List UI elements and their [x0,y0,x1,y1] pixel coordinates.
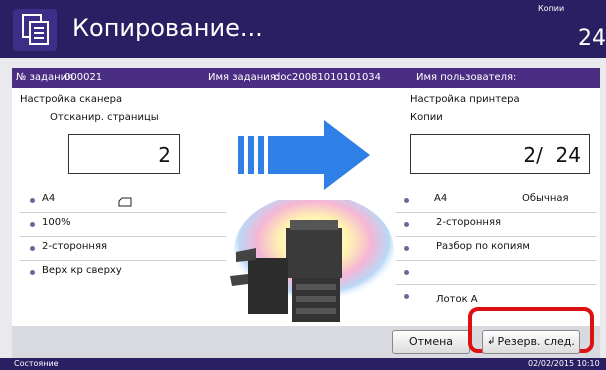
status-label[interactable]: Состояние [14,359,59,368]
print-paper-source: Лоток A [436,294,478,305]
printer-settings-label: Настройка принтера [410,94,520,105]
row-divider [396,284,596,285]
row-divider [20,236,226,237]
copies-count: 24 [578,26,606,51]
paper-orientation-icon [118,192,132,211]
bullet-icon [404,294,409,299]
header-bar: Копирование... Копии 24 [0,0,606,58]
scanner-settings-label: Настройка сканера [20,94,123,105]
reserve-next-label: Резерв. след. [497,335,575,348]
bullet-icon [404,198,409,203]
scanned-pages-box: 2 [68,134,180,174]
arrow-right-icon [234,118,374,196]
row-divider [396,212,596,213]
printer-illustration [226,194,396,326]
scan-zoom: 100% [42,217,71,228]
reserve-next-button[interactable]: ↲ Резерв. след. [482,330,580,354]
printer-copies-label: Копии [410,112,443,123]
print-paper-size: A4 [434,193,448,204]
enter-arrow-icon: ↲ [487,336,496,347]
bullet-icon [30,270,35,275]
user-name-label: Имя пользователя: [416,72,517,83]
job-name-value: doc20081010101034 [274,72,382,83]
printer-copies-value: 2/ 24 [523,143,581,167]
bullet-icon [404,222,409,227]
copy-document-icon [13,9,57,51]
job-number-value: 000021 [64,72,103,83]
bullet-icon [404,270,409,275]
row-divider [396,260,596,261]
job-details-panel: Настройка сканера Отсканир. страницы 2 A… [12,88,600,326]
copy-status-screen: Копирование... Копии 24 № задания 000021… [0,0,606,370]
scan-paper-size: A4 [42,193,56,204]
status-datetime: 02/02/2015 10:10 [528,359,600,368]
bullet-icon [404,246,409,251]
page-title: Копирование... [72,14,263,42]
bullet-icon [30,198,35,203]
status-bar: Состояние 02/02/2015 10:10 [0,358,606,370]
print-collate: Разбор по копиям [436,241,530,252]
job-name-label: Имя задания: [208,72,280,83]
scanned-pages-value: 2 [158,143,171,167]
cancel-button[interactable]: Отмена [392,330,470,354]
row-divider [20,212,226,213]
print-duplex: 2-сторонняя [436,217,501,228]
copies-label: Копии [538,4,565,13]
bullet-icon [30,222,35,227]
scan-binding: Верх кр сверху [42,265,122,276]
scan-duplex: 2-сторонняя [42,241,107,252]
printer-copies-box: 2/ 24 [410,134,590,174]
bullet-icon [30,246,35,251]
scanned-pages-label: Отсканир. страницы [50,112,159,123]
print-paper-type: Обычная [522,193,569,204]
job-info-bar: № задания 000021 Имя задания: doc2008101… [12,68,600,88]
row-divider [20,260,226,261]
row-divider [396,236,596,237]
